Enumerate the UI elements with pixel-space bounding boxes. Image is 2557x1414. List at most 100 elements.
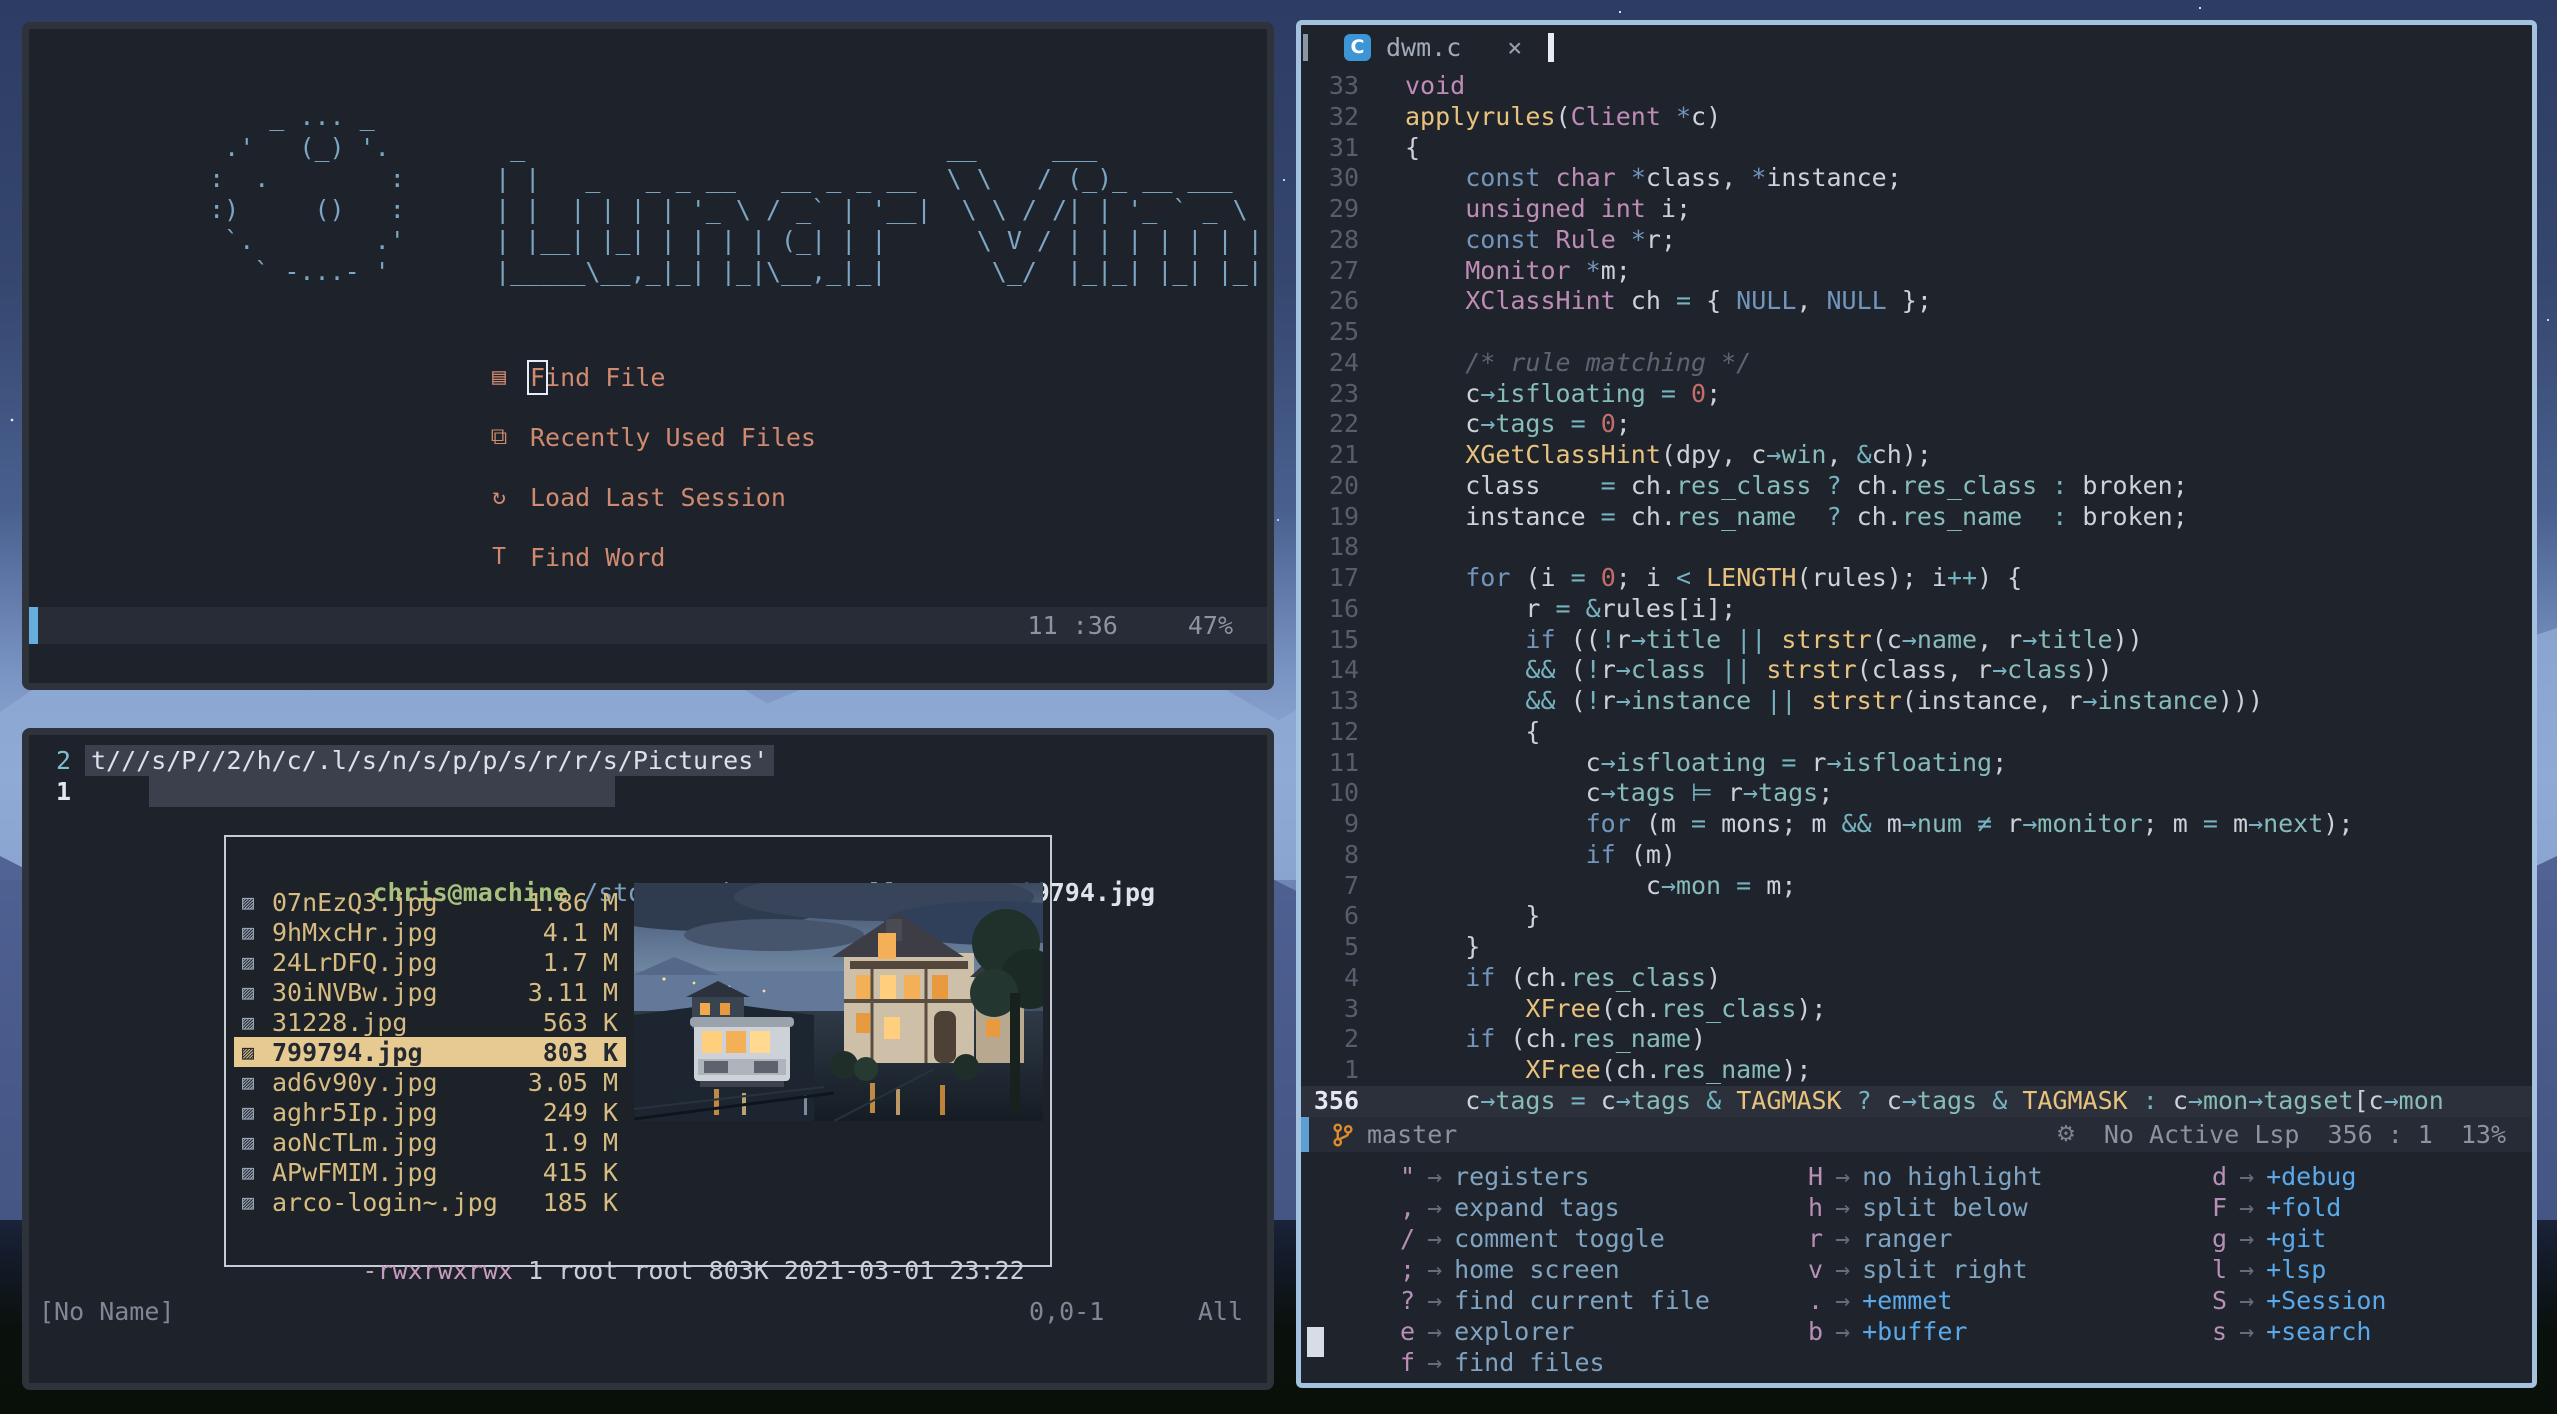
code-line-text: XClassHint ch = { NULL, NULL }; [1465,286,1932,316]
line-number: 29 [1328,194,1359,223]
code-line[interactable]: 20 class = ch.res_class ? ch.res_class :… [1301,471,2532,502]
code-line[interactable]: 8 if (m) [1301,840,2532,871]
code-line-text: unsigned int i; [1465,194,1692,223]
file-row[interactable]: ▨ 24LrDFQ.jpg 1.7 M [234,947,626,977]
line-number: 2 [1343,1024,1359,1054]
menu-item-recently-used-files[interactable]: ⧉ Recently Used Files [482,407,816,467]
image-file-icon: ▨ [242,1040,255,1064]
code-line[interactable]: 1 XFree(ch.res_name); [1301,1055,2532,1086]
whichkey-binding: " → registers [1395,1161,1803,1192]
code-line-text: class = ch.res_class ? ch.res_class : br… [1405,470,2188,500]
line-number: 14 [1328,655,1359,685]
code-line[interactable]: 19 instance = ch.res_name ? ch.res_name … [1301,502,2532,533]
code-line[interactable]: 16 r = &rules[i]; [1301,594,2532,625]
code-line[interactable]: 25 [1301,317,2532,348]
image-file-icon: ▨ [242,920,255,944]
dashboard-menu: ▤ Find File ⧉ Recently Used Files ↻ Load Last… [482,347,816,647]
code-editor[interactable]: 33 void 32 applyrules(Client *c) 31{30 const… [1301,71,2532,1117]
code-line[interactable]: 33 void [1301,71,2532,102]
file-name: aghr5Ip.jpg [272,1097,438,1127]
code-line[interactable]: 7 c→mon = m; [1301,871,2532,902]
code-line[interactable]: 17 for (i = 0; i < LENGTH(rules); i++) { [1301,563,2532,594]
code-line-text: for (m = mons; m && m→num ≠ r→monitor; m… [1585,809,2354,838]
code-line[interactable]: 3 XFree(ch.res_class); [1301,994,2532,1025]
tab-separator [1303,33,1308,61]
code-line[interactable]: 356 c→tags = c→tags & TAGMASK ? c→tags &… [1301,1085,2532,1117]
buffer-line[interactable]: 1 [29,776,1267,807]
code-line[interactable]: 32 applyrules(Client *c) [1301,102,2532,133]
whichkey-key: f [1399,1348,1415,1377]
code-line-text: { [1405,716,1541,746]
image-file-icon: ▨ [242,1160,255,1184]
file-row[interactable]: ▨ 30iNVBw.jpg 3.11 M [234,977,626,1007]
menu-item-label: Recently Used Files [530,422,816,452]
code-line[interactable]: 4 if (ch.res_class) [1301,963,2532,994]
buffer-line[interactable]: 2 t///s/P//2/h/c/.l/s/n/s/p/p/s/r/r/s/Pic… [29,745,1267,776]
file-row[interactable]: ▨ APwFMIM.jpg 415 K [234,1157,626,1187]
arrow-icon: → [1427,1162,1443,1191]
file-row[interactable]: ▨ aghr5Ip.jpg 249 K [234,1097,626,1127]
code-line[interactable]: 14 && (!r→class || strstr(class, r→class… [1301,655,2532,686]
whichkey-label: find files [1454,1348,1605,1377]
whichkey-label: split right [1862,1255,2028,1284]
code-line[interactable]: 2 if (ch.res_name) [1301,1024,2532,1055]
code-line-text: c→mon = m; [1405,870,1797,900]
whichkey-key: b [1807,1317,1823,1346]
tab-bar: C dwm.c × [1301,25,2532,69]
menu-item-load-last-session[interactable]: ↻ Load Last Session [482,467,816,527]
code-line[interactable]: 29 unsigned int i; [1301,194,2532,225]
file-name: 31228.jpg [272,1007,408,1037]
menu-item-find-file[interactable]: ▤ Find File [482,347,816,407]
whichkey-binding: e → explorer [1395,1316,1803,1347]
file-row[interactable]: ▨ 9hMxcHr.jpg 4.1 M [234,917,626,947]
image-file-icon: ▨ [242,1100,255,1124]
command-cursor [1307,1327,1324,1357]
code-line[interactable]: 27 Monitor *m; [1301,256,2532,287]
dashboard-window[interactable]: _ ... _ .' (_) '. _ __ ___ : . : | | _ _… [22,22,1274,690]
code-line[interactable]: 10 c→tags ⊨ r→tags; [1301,778,2532,809]
code-line[interactable]: 9 for (m = mons; m && m→num ≠ r→monitor;… [1301,809,2532,840]
tab-filename[interactable]: dwm.c [1386,33,1461,62]
whichkey-binding: d → +debug [2207,1161,2532,1192]
code-line[interactable]: 24 /* rule matching */ [1301,348,2532,379]
code-line[interactable]: 6 } [1301,901,2532,932]
code-line[interactable]: 5 } [1301,932,2532,963]
line-number: 22 [1328,409,1359,439]
editor-window[interactable]: C dwm.c × 33 void 32 applyrules(Client *c) 3… [1296,20,2537,1388]
file-row[interactable]: ▨ 07nEzQ3.jpg 1.86 M [234,887,626,917]
git-branch-name[interactable]: master [1367,1120,1457,1149]
arrow-icon: → [2239,1224,2255,1253]
explorer-window[interactable]: 2 t///s/P//2/h/c/.l/s/n/s/p/p/s/r/r/s/Pic… [22,728,1274,1390]
file-row[interactable]: ▨ aoNcTLm.jpg 1.9 M [234,1127,626,1157]
whichkey-binding: ; → home screen [1395,1254,1803,1285]
whichkey-label: comment toggle [1454,1224,1665,1253]
code-line[interactable]: 12 { [1301,717,2532,748]
file-row[interactable]: ▨ arco-login~.jpg 185 K [234,1187,626,1217]
code-line[interactable]: 11 c→isfloating = r→isfloating; [1301,748,2532,779]
code-line[interactable]: 31 { [1301,133,2532,164]
line-number: 356 [1313,1085,1359,1115]
image-file-icon: ▨ [242,1070,255,1094]
code-line[interactable]: 18 [1301,532,2532,563]
code-line[interactable]: 15 if ((!r→title || strstr(c→name, r→tit… [1301,625,2532,656]
code-line[interactable]: 28 const Rule *r; [1301,225,2532,256]
code-line[interactable]: 23 c→isfloating = 0; [1301,379,2532,410]
arrow-icon: → [1835,1193,1851,1222]
code-line-text: c→tags = 0; [1405,409,1631,439]
code-line[interactable]: 26 XClassHint ch = { NULL, NULL }; [1301,286,2532,317]
file-row[interactable]: ▨ ad6v90y.jpg 3.05 M [234,1067,626,1097]
scroll-percent: 47% [1187,611,1233,640]
code-line[interactable]: 30 const char *class, *instance; [1301,163,2532,194]
line-number: 9 [1343,809,1359,838]
code-line[interactable]: 22 c→tags = 0; [1301,409,2532,440]
tab-close-icon[interactable]: × [1507,33,1522,62]
whichkey-key: g [2211,1224,2227,1253]
menu-item-find-word[interactable]: T Find Word [482,527,816,587]
editor-statusline: master ⚙ No Active Lsp 356 : 1 13% [1301,1117,2532,1152]
lsp-status: No Active Lsp [2103,1120,2300,1149]
code-line[interactable]: 21 XGetClassHint(dpy, c→win, &ch); [1301,440,2532,471]
file-row[interactable]: ▨ 31228.jpg 563 K [234,1007,626,1037]
code-line[interactable]: 13 && (!r→instance || strstr(instance, r… [1301,686,2532,717]
whichkey-label: +lsp [2266,1255,2327,1284]
file-row[interactable]: ▨ 799794.jpg 803 K [234,1037,626,1067]
